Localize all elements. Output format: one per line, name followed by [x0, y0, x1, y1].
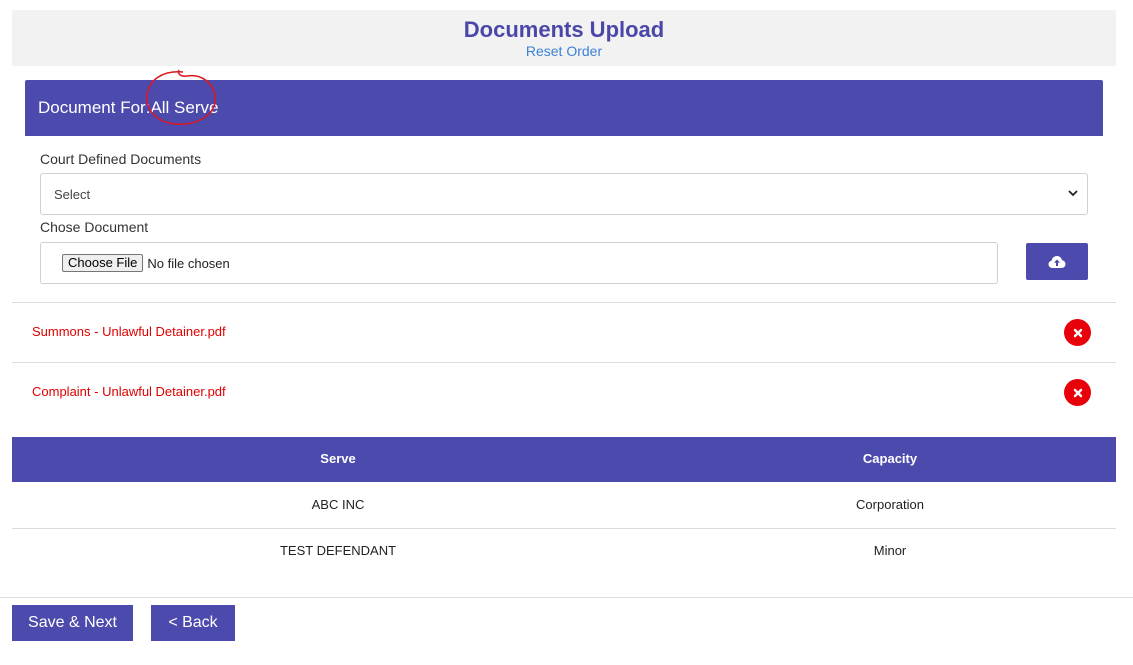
table-header: Serve Capacity [12, 437, 1116, 482]
close-icon [1073, 328, 1082, 337]
serve-cell: TEST DEFENDANT [279, 543, 397, 558]
court-docs-selected: Select [54, 186, 91, 202]
file-input[interactable]: Choose File No file chosen [40, 242, 998, 284]
page-header: Documents Upload Reset Order [12, 10, 1116, 66]
save-next-button[interactable]: Save & Next [12, 605, 133, 641]
reset-order-link[interactable]: Reset Order [12, 43, 1116, 59]
capacity-cell: Minor [873, 543, 907, 558]
document-for-panel: Document For: All Serve [25, 69, 1103, 136]
delete-document-button[interactable] [1064, 379, 1091, 406]
file-status: No file chosen [147, 255, 230, 271]
serve-cell: ABC INC [311, 497, 365, 512]
table-row: TEST DEFENDANT Minor [12, 528, 1116, 574]
column-header-serve: Serve [320, 451, 356, 466]
document-link[interactable]: Complaint - Unlawful Detainer.pdf [32, 384, 226, 399]
divider [12, 362, 1116, 363]
capacity-cell: Corporation [856, 497, 924, 512]
upload-button[interactable] [1026, 243, 1088, 280]
court-docs-label: Court Defined Documents [40, 151, 202, 167]
page-title: Documents Upload [463, 17, 665, 42]
divider [12, 302, 1116, 303]
court-docs-select[interactable]: Select [40, 173, 1088, 215]
column-header-capacity: Capacity [862, 451, 918, 466]
back-button[interactable]: < Back [151, 605, 235, 641]
delete-document-button[interactable] [1064, 319, 1091, 346]
document-for-label: Document For: [38, 98, 151, 117]
chevron-down-icon [1068, 190, 1078, 197]
document-for-value: All Serve [146, 69, 218, 125]
annotation-circle [146, 69, 217, 125]
choose-doc-label: Chose Document [40, 219, 149, 235]
document-link[interactable]: Summons - Unlawful Detainer.pdf [32, 324, 226, 339]
close-icon [1073, 388, 1082, 397]
cloud-upload-icon [1048, 255, 1066, 268]
table-row: ABC INC Corporation [12, 482, 1116, 528]
divider [0, 597, 1133, 598]
choose-file-button[interactable]: Choose File [62, 254, 144, 272]
